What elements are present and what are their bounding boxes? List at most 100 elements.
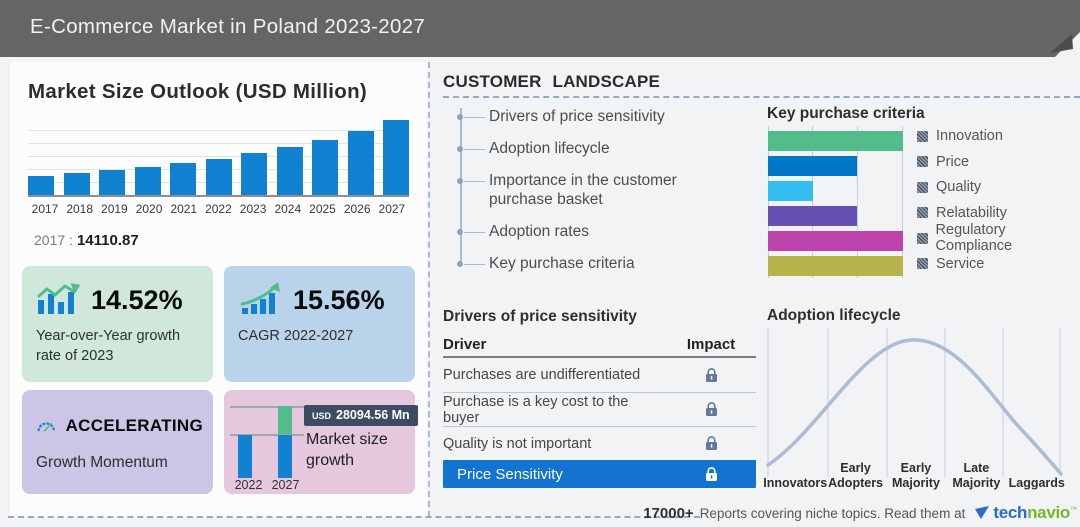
kpc-bars [768, 131, 903, 276]
kpc-bar-relatability [768, 206, 857, 226]
x-tick-2022: 2022 [201, 202, 235, 216]
kpc-bar-regulatory-compliance [768, 231, 903, 251]
momentum-label: Growth Momentum [36, 454, 203, 472]
mini-bar-2027-base [278, 435, 292, 478]
impact-column-header: Impact [666, 336, 756, 353]
cagr-label: CAGR 2022-2027 [238, 327, 403, 347]
x-tick-2026: 2026 [340, 202, 374, 216]
driver-label: Quality is not important [443, 436, 666, 452]
market-growth-card: 2022 2027 USD 28094.56 Mn Market size gr… [224, 390, 415, 494]
landscape-item-5: Key purchase criteria [443, 254, 695, 273]
x-tick-2018: 2018 [63, 202, 97, 216]
legend-label: Relatability [936, 205, 1007, 221]
customer-landscape-title: CUSTOMER LANDSCAPE [443, 72, 660, 92]
driver-row-2: Purchase is a key cost to the buyer [443, 392, 756, 426]
legend-label: Regulatory Compliance [936, 222, 1080, 254]
legend-marker-icon [917, 207, 928, 218]
kpc-bar-service [768, 256, 903, 276]
x-tick-2020: 2020 [132, 202, 166, 216]
page-title: E-Commerce Market in Poland 2023-2027 [30, 15, 425, 39]
mini-chart-years: 2022 2027 [230, 478, 304, 492]
x-tick-2024: 2024 [271, 202, 305, 216]
speedometer-icon [36, 410, 57, 442]
lock-icon [666, 467, 756, 482]
yoy-growth-card: 14.52% Year-over-Year growth rate of 202… [22, 266, 213, 382]
mini-bar-2022 [238, 435, 252, 478]
x-tick-2023: 2023 [236, 202, 270, 216]
key-purchase-criteria-chart [768, 126, 903, 278]
x-tick-2017: 2017 [28, 202, 62, 216]
footer-dashed-line [8, 516, 700, 518]
lock-icon [666, 368, 756, 383]
market-size-xlabels: 2017201820192020202120222023202420252026… [28, 202, 409, 216]
infographic-root: E-Commerce Market in Poland 2023-2027 Ma… [0, 0, 1080, 527]
driver-label: Purchase is a key cost to the buyer [443, 394, 666, 426]
page-fold-corner [1040, 17, 1080, 57]
lifecycle-label-late-majority: Late Majority [946, 452, 1006, 490]
currency-label: USD [312, 411, 331, 421]
lifecycle-label-innovators: Innovators [765, 452, 825, 490]
market-bar-2022 [206, 159, 232, 195]
bar-trend-icon [36, 282, 82, 318]
lifecycle-labels: InnovatorsEarly AdoptersEarly MajorityLa… [765, 452, 1067, 490]
base-year-value: 2017 :14110.87 [34, 232, 139, 249]
legend-marker-icon [917, 182, 928, 193]
mini-bar-2027-growth [278, 406, 292, 434]
x-tick-2025: 2025 [306, 202, 340, 216]
legend-label: Quality [936, 179, 981, 195]
lock-icon [666, 402, 756, 417]
base-year-label: 2017 : [34, 232, 73, 248]
legend-marker-icon [917, 131, 928, 142]
market-size-title: Market Size Outlook (USD Million) [28, 80, 367, 104]
legend-label: Innovation [936, 128, 1003, 144]
driver-label: Purchases are undifferentiated [443, 367, 666, 383]
usd-amount-badge: USD 28094.56 Mn [304, 405, 418, 426]
yoy-value: 14.52% [91, 285, 183, 316]
lifecycle-label-early-adopters: Early Adopters [825, 452, 885, 490]
landscape-item-1: Drivers of price sensitivity [443, 107, 695, 126]
key-purchase-criteria-title: Key purchase criteria [767, 105, 925, 123]
legend-marker-icon [917, 233, 928, 244]
yoy-label: Year-over-Year growth rate of 2023 [36, 327, 201, 366]
landscape-item-4: Adoption rates [443, 222, 695, 241]
legend-label: Price [936, 154, 969, 170]
market-size-chart [28, 118, 409, 197]
kpc-legend: Innovation Price Quality RelatabilityRegula… [917, 129, 1080, 282]
legend-item-quality: Quality [917, 180, 1080, 194]
brand-part2: navio [1027, 503, 1070, 522]
header-bar: E-Commerce Market in Poland 2023-2027 [0, 0, 1080, 57]
driver-row-1: Purchases are undifferentiated [443, 358, 756, 392]
legend-item-price: Price [917, 155, 1080, 169]
amount-value: 28094.56 Mn [336, 408, 410, 422]
driver-row-3: Quality is not important [443, 426, 756, 460]
market-bar-2017 [28, 176, 54, 195]
kpc-bar-quality [768, 181, 813, 201]
base-year-number: 14110.87 [77, 232, 139, 249]
technavio-logo[interactable]: technavio™ [975, 503, 1077, 523]
mini-gridline-top [230, 406, 304, 408]
legend-item-relatability: Relatability [917, 206, 1080, 220]
highlighted-driver-label: Price Sensitivity [443, 466, 666, 483]
cagr-value: 15.56% [293, 285, 385, 316]
market-growth-label: Market size growth [306, 430, 415, 472]
mini-year-2027: 2027 [267, 478, 304, 492]
market-bar-2024 [277, 147, 303, 195]
lifecycle-label-laggards: Laggards [1007, 452, 1067, 490]
market-growth-mini-chart [230, 406, 304, 478]
legend-item-service: Service [917, 257, 1080, 271]
x-tick-2027: 2027 [375, 202, 409, 216]
x-tick-2019: 2019 [97, 202, 131, 216]
price-sensitivity-row: Price Sensitivity [443, 460, 756, 488]
x-tick-2021: 2021 [167, 202, 201, 216]
legend-label: Service [936, 256, 984, 272]
kpc-bar-innovation [768, 131, 903, 151]
landscape-item-2: Adoption lifecycle [443, 139, 695, 158]
technavio-arrow-icon [975, 506, 990, 520]
customer-landscape-list: Drivers of price sensitivity Adoption lif… [443, 100, 695, 273]
legend-item-innovation: Innovation [917, 129, 1080, 143]
driver-column-header: Driver [443, 336, 666, 353]
drivers-table-header: Driver Impact [443, 332, 756, 358]
market-bar-2026 [348, 131, 374, 195]
lifecycle-label-early-majority: Early Majority [886, 452, 946, 490]
trademark-mark: ™ [1070, 507, 1077, 514]
